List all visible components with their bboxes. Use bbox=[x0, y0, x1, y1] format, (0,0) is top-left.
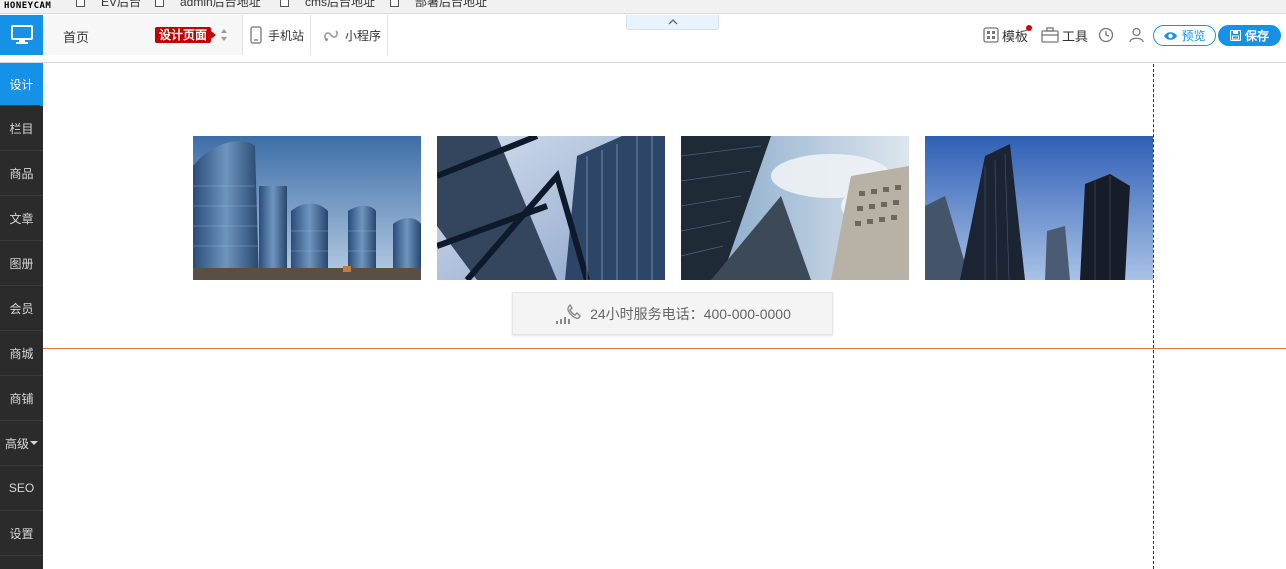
sidebar-item-advanced[interactable]: 高级 bbox=[0, 421, 43, 466]
chevron-up-icon bbox=[668, 19, 677, 25]
phone-call-icon bbox=[556, 303, 581, 324]
clock-icon bbox=[1098, 27, 1114, 43]
sidebar-item-columns[interactable]: 栏目 bbox=[0, 106, 43, 151]
gallery-image[interactable] bbox=[437, 136, 665, 280]
collapse-toolbar-toggle[interactable] bbox=[626, 15, 719, 30]
sidebar-item-products[interactable]: 商品 bbox=[0, 151, 43, 196]
user-icon bbox=[1129, 27, 1144, 43]
sidebar-item-articles[interactable]: 文章 bbox=[0, 196, 43, 241]
page-selector[interactable]: 首页 设计页面 bbox=[43, 15, 243, 55]
horizontal-guide-line bbox=[43, 348, 1286, 349]
monitor-icon[interactable] bbox=[0, 15, 43, 55]
sidebar-item-seo[interactable]: SEO bbox=[0, 466, 43, 511]
bookmark-item[interactable]: cms后台地址 bbox=[280, 0, 375, 9]
toolbox-icon bbox=[1041, 27, 1059, 43]
bookmarks-bar: HONEYCAM EV后台 admin后台地址 cms后台地址 部署后台地址 bbox=[0, 0, 1286, 14]
page-icon bbox=[280, 0, 289, 8]
gallery-image[interactable] bbox=[193, 136, 421, 280]
sidebar-item-albums[interactable]: 图册 bbox=[0, 241, 43, 286]
page-icon bbox=[76, 0, 85, 8]
eye-icon bbox=[1164, 31, 1178, 40]
bookmark-item[interactable]: 部署后台地址 bbox=[390, 0, 487, 9]
template-grid-icon bbox=[983, 27, 999, 43]
tools-button[interactable]: 工具 bbox=[1041, 15, 1088, 55]
miniprogram-icon bbox=[324, 30, 338, 41]
sidebar-item-settings[interactable]: 设置 bbox=[0, 511, 43, 556]
top-toolbar: 首页 设计页面 手机站 小程序 模板 工具 预览 保存 bbox=[0, 15, 1286, 63]
save-button[interactable]: 保存 bbox=[1218, 25, 1281, 46]
watermark-logo: HONEYCAM bbox=[4, 1, 52, 11]
notification-dot bbox=[1026, 25, 1032, 31]
account-button[interactable] bbox=[1129, 15, 1147, 55]
history-button[interactable] bbox=[1098, 15, 1117, 55]
page-icon bbox=[155, 0, 164, 8]
design-page-badge: 设计页面 bbox=[155, 27, 217, 43]
miniprogram-button[interactable]: 小程序 bbox=[317, 15, 389, 55]
page-name: 首页 bbox=[63, 30, 90, 45]
gallery-image[interactable] bbox=[681, 136, 909, 280]
bookmark-item[interactable]: admin后台地址 bbox=[155, 0, 261, 9]
caret-down-icon bbox=[30, 441, 38, 445]
sidebar-item-shops[interactable]: 商铺 bbox=[0, 376, 43, 421]
page-icon bbox=[390, 0, 399, 8]
template-button[interactable]: 模板 bbox=[983, 15, 1032, 55]
sidebar-item-design[interactable]: 设计 bbox=[0, 63, 43, 106]
phone-icon bbox=[250, 26, 262, 44]
mobile-site-button[interactable]: 手机站 bbox=[244, 15, 312, 55]
sort-arrows-icon bbox=[221, 29, 227, 41]
floppy-disk-icon bbox=[1229, 30, 1241, 41]
gallery-image[interactable] bbox=[925, 136, 1153, 280]
bookmark-item[interactable]: EV后台 bbox=[76, 0, 141, 9]
vertical-guide-line bbox=[1153, 64, 1154, 569]
preview-button[interactable]: 预览 bbox=[1153, 25, 1216, 46]
sidebar-item-mall[interactable]: 商城 bbox=[0, 331, 43, 376]
service-phone-text: 24小时服务电话：400-000-0000 bbox=[590, 305, 791, 322]
sidebar-item-members[interactable]: 会员 bbox=[0, 286, 43, 331]
service-phone-banner[interactable]: 24小时服务电话：400-000-0000 bbox=[512, 292, 833, 335]
left-sidebar: 设计 栏目 商品 文章 图册 会员 商城 商铺 高级 SEO 设置 bbox=[0, 63, 43, 569]
